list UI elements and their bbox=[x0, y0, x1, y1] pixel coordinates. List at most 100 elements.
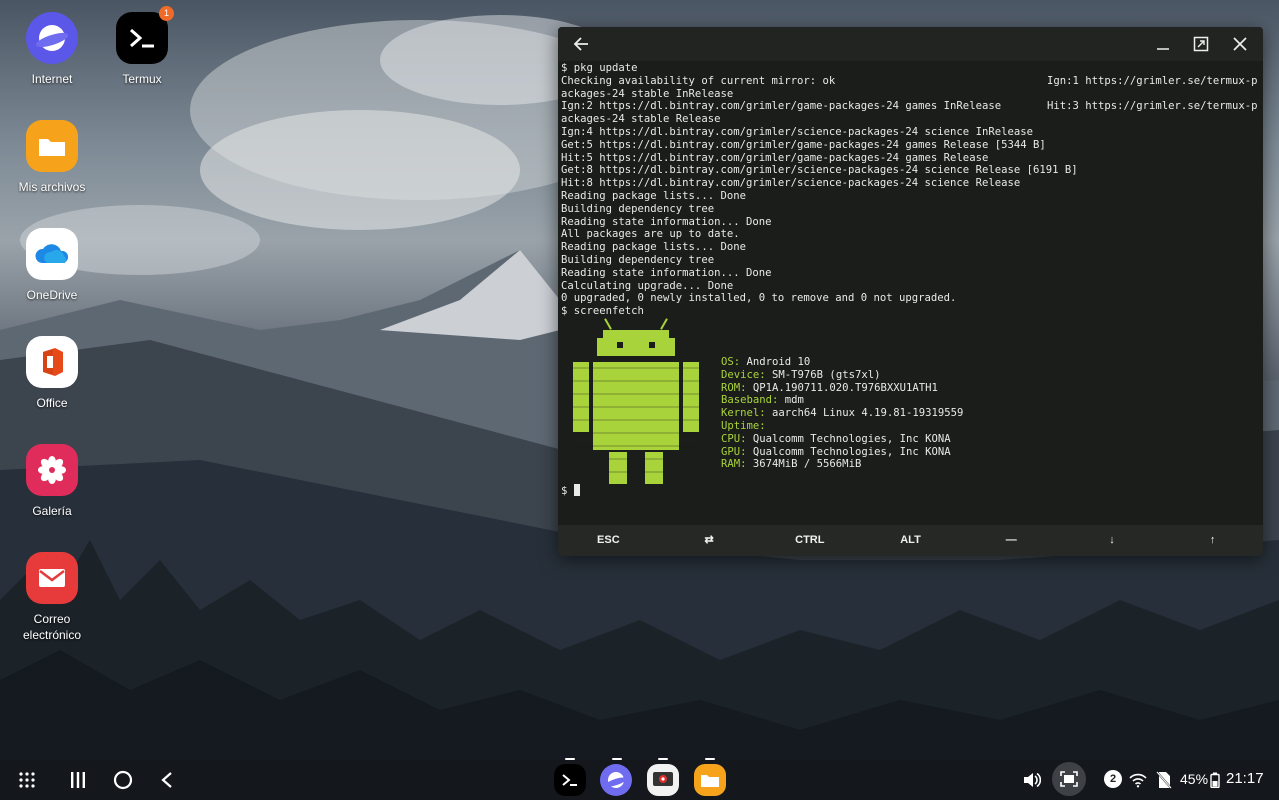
screenfetch-row: RAM: 3674MiB / 5566MiB bbox=[721, 458, 963, 471]
terminal-line-text: Calculating upgrade... Done bbox=[561, 279, 734, 292]
screenfetch-key: Baseband: bbox=[721, 394, 779, 407]
taskbar bbox=[0, 760, 1279, 800]
app-drawer-icon[interactable] bbox=[14, 760, 40, 800]
running-indicator bbox=[658, 758, 668, 760]
screenfetch-info: OS: Android 10 Device: SM-T976B (gts7xl) R… bbox=[721, 356, 963, 471]
extra-keys-bar: ESC ⇄ CTRL ALT — ↓ ↑ bbox=[558, 525, 1263, 556]
home-icon[interactable] bbox=[110, 760, 136, 800]
screenfetch-row: ROM: QP1A.190711.020.T976BXXU1ATH1 bbox=[721, 382, 963, 395]
prompt-symbol: $ bbox=[561, 485, 574, 497]
desktop-icon-mis-archivos[interactable]: Mis archivos bbox=[2, 120, 102, 195]
window-titlebar[interactable] bbox=[558, 27, 1263, 61]
desktop-icon-label: Galería bbox=[32, 504, 72, 518]
arrow-left-icon[interactable] bbox=[569, 32, 593, 56]
key-dash[interactable]: — bbox=[961, 525, 1062, 556]
screenfetch-row: OS: Android 10 bbox=[721, 356, 963, 369]
desktop-icon-office[interactable]: Office bbox=[2, 336, 102, 411]
desktop-icon-label: Termux bbox=[122, 72, 162, 86]
key-up[interactable]: ↑ bbox=[1162, 525, 1263, 556]
screenfetch-value: Android 10 bbox=[740, 356, 811, 368]
terminal-line-text: Building dependency tree bbox=[561, 253, 715, 266]
terminal-line: Hit:8 https://dl.bintray.com/grimler/sci… bbox=[561, 177, 1260, 190]
terminal-line: Building dependency tree bbox=[561, 203, 1260, 216]
terminal-line-text: All packages are up to date. bbox=[561, 228, 740, 241]
terminal-line-text: Get:5 https://dl.bintray.com/grimler/gam… bbox=[561, 138, 1046, 151]
terminal-line: Get:5 https://dl.bintray.com/grimler/gam… bbox=[561, 139, 1260, 152]
desktop-icon-galeria[interactable]: Galería bbox=[2, 444, 102, 519]
desktop-icon-label-line2: electrónico bbox=[22, 628, 82, 642]
screenfetch-key: RAM: bbox=[721, 458, 747, 471]
key-ctrl[interactable]: CTRL bbox=[759, 525, 860, 556]
desktop-icon-onedrive[interactable]: OneDrive bbox=[2, 228, 102, 303]
screenfetch-row: GPU: Qualcomm Technologies, Inc KONA bbox=[721, 446, 963, 459]
volume-icon[interactable] bbox=[1020, 760, 1044, 800]
maximize-icon[interactable] bbox=[1189, 32, 1213, 56]
screenfetch-key: ROM: bbox=[721, 381, 747, 394]
screenfetch-row: Baseband: mdm bbox=[721, 394, 963, 407]
terminal-line-text: Checking availability of current mirror:… bbox=[561, 74, 836, 87]
key-down[interactable]: ↓ bbox=[1062, 525, 1163, 556]
desktop-icon-label: OneDrive bbox=[26, 288, 78, 302]
notification-count[interactable]: 2 bbox=[1104, 770, 1122, 788]
terminal-line-text: Reading state information... Done bbox=[561, 266, 772, 279]
battery-icon bbox=[1209, 760, 1221, 800]
screenfetch-value: Qualcomm Technologies, Inc KONA bbox=[746, 445, 951, 458]
key-esc[interactable]: ESC bbox=[558, 525, 659, 556]
close-icon[interactable] bbox=[1228, 32, 1252, 56]
terminal-line-text: Hit:5 https://dl.bintray.com/grimler/gam… bbox=[561, 151, 989, 164]
recent-apps-icon[interactable] bbox=[66, 760, 90, 800]
back-icon[interactable] bbox=[156, 760, 178, 800]
desktop-icon-label: Internet bbox=[31, 72, 73, 86]
terminal-line: Reading package lists... Done bbox=[561, 190, 1260, 203]
terminal-line-text: ackages-24 stable InRelease bbox=[561, 87, 734, 100]
terminal-line: $ pkg update bbox=[561, 62, 1260, 75]
terminal-line-text: Ign:4 https://dl.bintray.com/grimler/sci… bbox=[561, 125, 1033, 138]
terminal-line-right-text: Hit:3 https://grimler.se/termux-p bbox=[1047, 100, 1258, 113]
terminal-line-text: 0 upgraded, 0 newly installed, 0 to remo… bbox=[561, 292, 957, 305]
key-alt[interactable]: ALT bbox=[860, 525, 961, 556]
termux-window[interactable]: $ pkg update Checking availability of cur… bbox=[558, 27, 1263, 556]
desktop-icon-label-line1: Correo bbox=[33, 612, 71, 626]
samsung-internet-icon[interactable] bbox=[600, 764, 632, 796]
terminal-line: $ screenfetch bbox=[561, 305, 1260, 318]
screen-capture-icon[interactable] bbox=[1052, 762, 1086, 796]
screenfetch-row: Uptime: bbox=[721, 420, 963, 433]
screenfetch-key: Device: bbox=[721, 368, 766, 381]
desktop-icon-termux[interactable]: 1 Termux bbox=[92, 6, 192, 87]
android-robot-icon bbox=[573, 318, 699, 484]
terminal-prompt[interactable]: $ bbox=[561, 484, 580, 498]
gallery-flower-icon bbox=[26, 444, 78, 496]
screenfetch-value: 3674MiB / 5566MiB bbox=[746, 458, 862, 471]
terminal-line-text: ackages-24 stable Release bbox=[561, 113, 721, 126]
screenfetch-value: SM-T976B (gts7xl) bbox=[765, 368, 881, 381]
minimize-icon[interactable] bbox=[1151, 32, 1175, 56]
screenfetch-key: Kernel: bbox=[721, 407, 766, 420]
folder-icon bbox=[26, 120, 78, 172]
screen-recorder-icon[interactable] bbox=[647, 764, 679, 796]
terminal-lines: $ pkg update Checking availability of cur… bbox=[561, 62, 1260, 318]
termux-icon[interactable] bbox=[554, 764, 586, 796]
screenfetch-value: Qualcomm Technologies, Inc KONA bbox=[746, 432, 951, 445]
running-indicator bbox=[612, 758, 622, 760]
terminal-line-text: Reading package lists... Done bbox=[561, 189, 746, 202]
terminal-line-text: $ screenfetch bbox=[561, 305, 644, 318]
office-icon bbox=[26, 336, 78, 388]
clock: 21:17 bbox=[1226, 770, 1264, 787]
terminal-line-text: Hit:8 https://dl.bintray.com/grimler/sci… bbox=[561, 177, 1021, 190]
desktop-icon-internet[interactable]: Internet bbox=[2, 12, 102, 87]
terminal-line: Hit:5 https://dl.bintray.com/grimler/gam… bbox=[561, 152, 1260, 165]
terminal-output[interactable]: $ pkg update Checking availability of cur… bbox=[561, 62, 1260, 522]
folder-icon[interactable] bbox=[694, 764, 726, 796]
battery-percent: 45% bbox=[1180, 771, 1209, 787]
key-tab[interactable]: ⇄ bbox=[659, 525, 760, 556]
terminal-line: Reading state information... Done bbox=[561, 267, 1260, 280]
terminal-line-right-text: Ign:1 https://grimler.se/termux-p bbox=[1047, 74, 1258, 87]
desktop-icon-label: Correo electrónico bbox=[2, 611, 102, 643]
terminal-line: Ign:4 https://dl.bintray.com/grimler/sci… bbox=[561, 126, 1260, 139]
desktop-icon-correo-electronico[interactable]: Correo electrónico bbox=[2, 552, 102, 643]
terminal-line-text: Ign:2 https://dl.bintray.com/grimler/gam… bbox=[561, 100, 1002, 113]
terminal-line: All packages are up to date. bbox=[561, 228, 1260, 241]
terminal-line-text: Reading package lists... Done bbox=[561, 241, 746, 254]
terminal-line: Reading package lists... Done bbox=[561, 241, 1260, 254]
terminal-line-text: Get:8 https://dl.bintray.com/grimler/sci… bbox=[561, 164, 1078, 177]
